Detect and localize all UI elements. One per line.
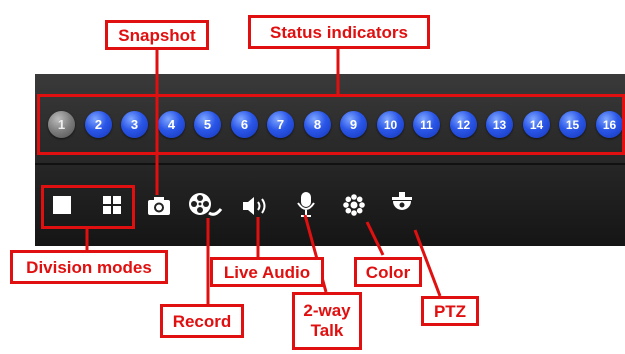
record-callout: Record xyxy=(160,304,244,338)
status-indicators-callout: Status indicators xyxy=(248,15,430,49)
ptz-callout-label: PTZ xyxy=(433,301,467,321)
color-callout: Color xyxy=(354,257,422,287)
division-modes-callout-label: Division modes xyxy=(26,257,152,277)
snapshot-callout: Snapshot xyxy=(105,20,209,50)
record-callout-label: Record xyxy=(172,311,232,331)
two-way-talk-callout-line1: 2-way xyxy=(303,300,351,320)
division-modes-callout: Division modes xyxy=(10,250,168,284)
two-way-talk-callout: 2-way Talk xyxy=(292,292,362,350)
ptz-callout: PTZ xyxy=(421,296,479,326)
two-way-talk-callout-line2: Talk xyxy=(310,321,344,340)
status-indicators-callout-label: Status indicators xyxy=(270,22,408,42)
live-audio-callout: Live Audio xyxy=(210,257,324,287)
snapshot-callout-label: Snapshot xyxy=(118,25,196,45)
live-audio-callout-label: Live Audio xyxy=(223,262,311,282)
color-callout-label: Color xyxy=(365,262,411,282)
